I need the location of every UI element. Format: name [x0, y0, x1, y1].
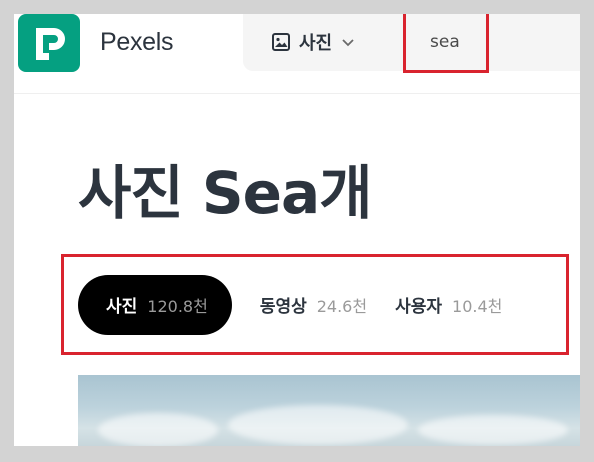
highlight-box [403, 14, 489, 73]
highlight-box [61, 254, 569, 355]
search-type-dropdown[interactable]: 사진 [271, 27, 356, 57]
photo-result[interactable] [78, 375, 580, 446]
brand-name[interactable]: Pexels [100, 28, 174, 57]
page-title: 사진 Sea개 [78, 159, 373, 227]
pexels-logo-icon[interactable] [18, 14, 80, 72]
page: Pexels 사진 sea 사진 Sea개 사진 120.8천 동영상 24.6… [14, 14, 580, 446]
search-type-label: 사진 [299, 33, 333, 54]
image-icon [271, 32, 291, 52]
header: Pexels 사진 sea [14, 14, 580, 94]
chevron-down-icon [340, 34, 356, 50]
